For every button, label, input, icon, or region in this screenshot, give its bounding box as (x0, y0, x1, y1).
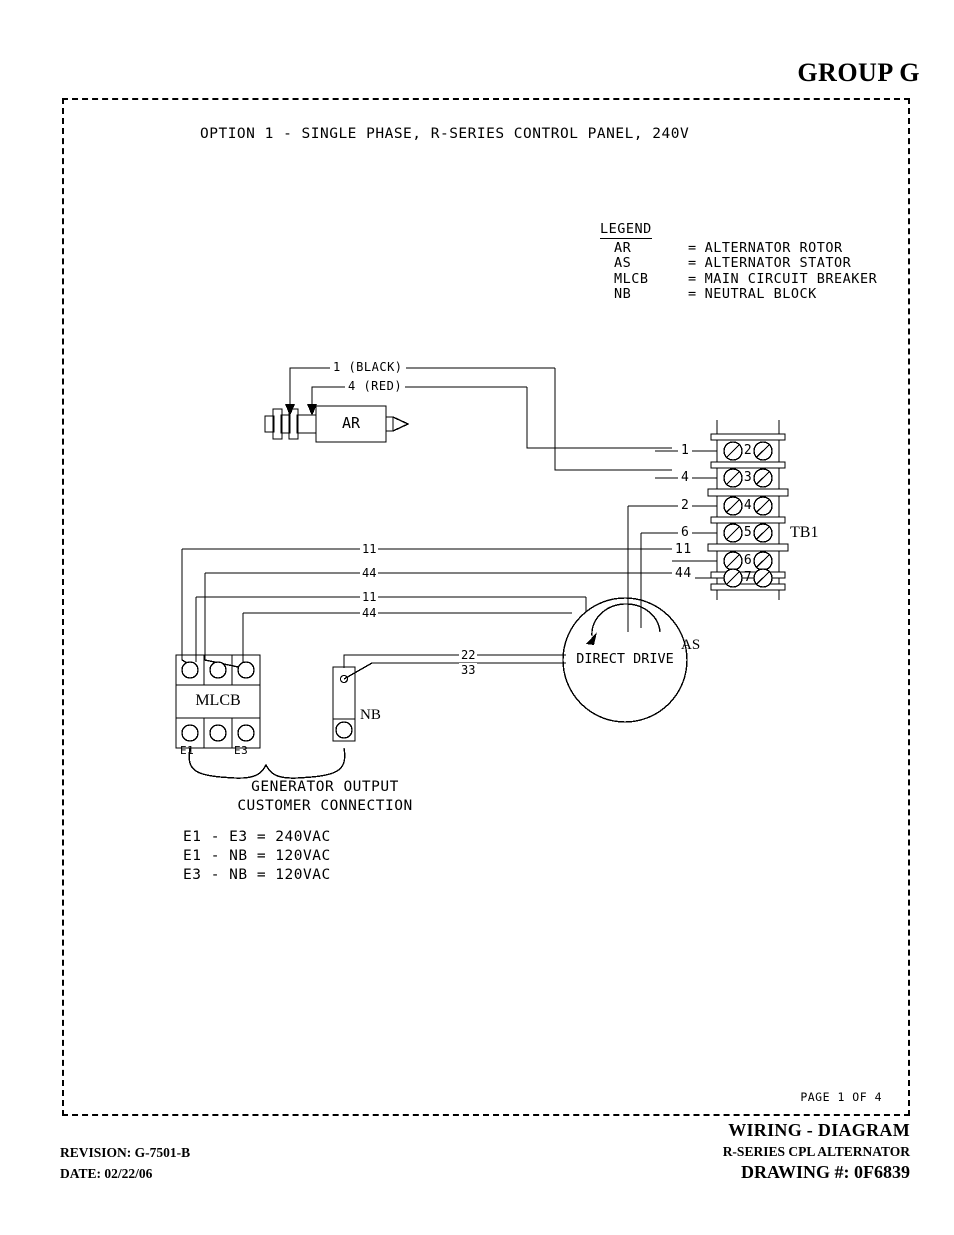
title-block: WIRING - DIAGRAM R-SERIES CPL ALTERNATOR… (600, 1120, 910, 1183)
as-label: AS (681, 637, 701, 653)
wire-label-rotor-black: 1 (BLACK) (330, 360, 406, 374)
mlcb-terminal-top-2 (209, 661, 227, 679)
nb-label: NB (360, 707, 381, 723)
title-block-line2: R-SERIES CPL ALTERNATOR (722, 1144, 910, 1159)
tb-left-label-44: 44 (672, 566, 695, 581)
connection-note: GENERATOR OUTPUT CUSTOMER CONNECTION (175, 778, 475, 816)
mlcb-terminal-top-3 (237, 661, 255, 679)
wire-label-44-upper: 44 (360, 566, 379, 580)
connection-brace (188, 747, 346, 779)
mlcb-terminal-bot-2 (209, 724, 227, 742)
tb1-label: TB1 (790, 524, 819, 541)
title-block-line1: WIRING - DIAGRAM (728, 1120, 910, 1140)
tb-terminal-5: 5 (743, 525, 753, 540)
mlcb-terminal-e3-label: E3 (234, 744, 249, 757)
tb-left-label-4: 4 (678, 470, 693, 485)
title-block-line3: DRAWING #: 0F6839 (741, 1162, 910, 1182)
wiring-diagram-sheet: GROUP G OPTION 1 - SINGLE PHASE, R-SERIE… (0, 0, 954, 1235)
revision-date: DATE: 02/22/06 (60, 1166, 153, 1181)
voltage-note: E1 - E3 = 240VAC (183, 829, 331, 845)
tb-left-label-11: 11 (672, 542, 695, 557)
tb-terminal-4: 4 (743, 498, 753, 513)
mlcb-terminal-e1-label: E1 (180, 744, 195, 757)
wire-label-11-upper: 11 (360, 542, 379, 556)
wire-rotor-red-run (526, 387, 672, 449)
tb-left-label-6: 6 (678, 525, 693, 540)
mlcb-label: MLCB (195, 692, 241, 709)
mlcb-terminal-bot-1 (181, 724, 199, 742)
wire-33-from-nb (343, 662, 540, 680)
wire-label-44-lower: 44 (360, 606, 379, 620)
ar-tip (385, 416, 410, 432)
wire-22-from-nb (343, 654, 548, 668)
wire-label-11-lower: 11 (360, 590, 379, 604)
tb-terminal-2: 2 (743, 443, 753, 458)
bus-44-upper-to-mlcb (204, 573, 244, 669)
tb-left-label-1: 1 (678, 443, 693, 458)
arrow-head-black (285, 404, 295, 416)
wire-label-22: 22 (459, 648, 478, 662)
voltage-note: E1 - NB = 120VAC (183, 848, 331, 864)
ar-shaft-mid (296, 414, 317, 434)
as-inner-label: DIRECT DRIVE (576, 651, 674, 667)
tb-terminal-7: 7 (743, 570, 753, 585)
voltage-notes: E1 - E3 = 240VAC E1 - NB = 120VAC E3 - N… (175, 828, 483, 885)
connection-note-line2: CUSTOMER CONNECTION (237, 798, 413, 814)
page-indicator: PAGE 1 OF 4 (800, 1090, 882, 1104)
schematic-canvas (175, 367, 789, 779)
mlcb-terminal-top-1 (181, 661, 199, 679)
revision-block: REVISION: G-7501-B DATE: 02/22/06 (60, 1142, 190, 1184)
voltage-note: E3 - NB = 120VAC (183, 867, 331, 883)
bus-11-upper-to-mlcb (181, 549, 197, 669)
tb-terminal-3: 3 (743, 470, 753, 485)
nb-terminal (335, 721, 353, 739)
wire-label-33: 33 (459, 663, 478, 677)
wire-rotor-black-run (554, 368, 672, 471)
connection-note-line1: GENERATOR OUTPUT (251, 779, 399, 795)
wire-label-rotor-red: 4 (RED) (345, 379, 406, 393)
tb-terminal-6: 6 (743, 553, 753, 568)
ar-label: AR (341, 414, 361, 432)
mlcb-terminal-bot-3 (237, 724, 255, 742)
revision-text: REVISION: G-7501-B (60, 1145, 191, 1160)
tb-left-label-2: 2 (678, 498, 693, 513)
